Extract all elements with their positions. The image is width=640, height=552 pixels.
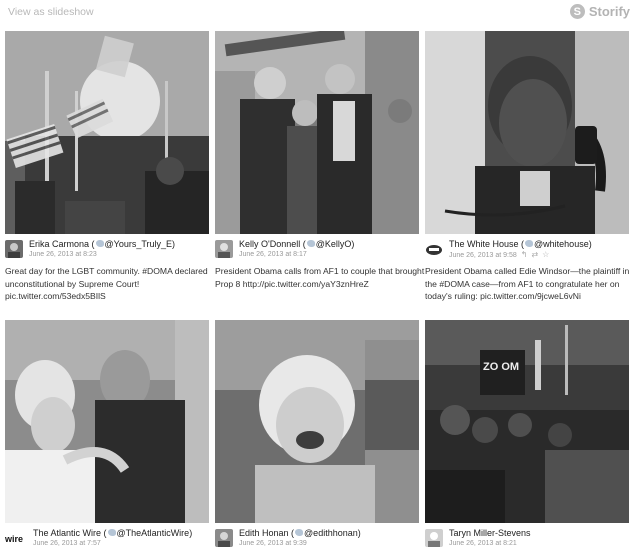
author-handle[interactable]: @KellyO [316, 239, 352, 249]
storify-logo-icon: S [569, 4, 585, 19]
author-handle[interactable]: @TheAtlanticWire [117, 528, 190, 538]
tweet-photo[interactable]: ZO OM [425, 320, 629, 523]
tweet-photo[interactable] [215, 31, 419, 234]
tweet-text: President Obama called Edie Windsor—the … [425, 266, 630, 301]
author-row: Erika Carmona (@Yours_Truly_E) June 26, … [5, 240, 209, 262]
author-row: Taryn Miller-Stevens June 26, 2013 at 8:… [425, 529, 629, 551]
storify-logo[interactable]: S Storify [569, 4, 630, 19]
author-name[interactable]: Edith Honan [239, 528, 289, 538]
author-line: Edith Honan (@edithhonan) [239, 528, 361, 538]
story-card: Kelly O'Donnell (@KellyO) June 26, 2013 … [215, 31, 424, 290]
top-bar: View as slideshow S Storify [0, 0, 640, 26]
story-card: ZO OM Taryn Miller-Stevens June 26, 2013… [425, 320, 629, 551]
avatar[interactable] [425, 240, 443, 258]
photo-sign-text: ZO OM [483, 361, 519, 373]
retweet-icon[interactable]: ⇄ [531, 251, 538, 259]
story-card: The White House (@whitehouse) June 26, 2… [425, 31, 629, 303]
story-card: Edith Honan (@edithhonan) June 26, 2013 … [215, 320, 419, 551]
author-handle[interactable]: @edithhonan [304, 528, 358, 538]
tweet-date[interactable]: June 26, 2013 at 8:23 [29, 251, 97, 258]
wire-avatar-text: wire [5, 534, 23, 544]
tweet-photo[interactable] [425, 31, 629, 234]
tweet-photo[interactable] [5, 320, 209, 523]
avatar[interactable]: wire [5, 529, 27, 547]
author-line: The Atlantic Wire (@TheAtlanticWire) [33, 528, 193, 538]
author-line: Erika Carmona (@Yours_Truly_E) [29, 239, 176, 249]
tweet-photo[interactable] [5, 31, 209, 234]
author-row: wire The Atlantic Wire (@TheAtlanticWire… [5, 529, 209, 551]
author-row: Edith Honan (@edithhonan) June 26, 2013 … [215, 529, 419, 551]
tweet-photo[interactable] [215, 320, 419, 523]
story-card: Erika Carmona (@Yours_Truly_E) June 26, … [5, 31, 209, 303]
avatar[interactable] [5, 240, 23, 258]
author-name[interactable]: Erika Carmona [29, 239, 89, 249]
author-line: Kelly O'Donnell (@KellyO) [239, 239, 355, 249]
storify-brand-name: Storify [588, 4, 630, 19]
avatar[interactable] [215, 529, 233, 547]
twitter-bird-icon [525, 240, 534, 247]
story-card: wire The Atlantic Wire (@TheAtlanticWire… [5, 320, 209, 551]
author-line: The White House (@whitehouse) [449, 239, 592, 249]
author-handle[interactable]: @Yours_Truly_E [105, 239, 173, 249]
author-line: Taryn Miller-Stevens [449, 529, 531, 538]
reply-icon[interactable]: ↰ [521, 251, 528, 259]
twitter-bird-icon [95, 240, 104, 247]
tweet-date[interactable]: June 26, 2013 at 8:17 [239, 251, 307, 258]
tweet-date[interactable]: June 26, 2013 at 8:21 [449, 540, 517, 547]
tweet-text: Great day for the LGBT community. #DOMA … [5, 266, 208, 301]
twitter-bird-icon [107, 529, 116, 536]
avatar[interactable] [215, 240, 233, 258]
author-handle[interactable]: @whitehouse [534, 239, 589, 249]
twitter-bird-icon [295, 529, 304, 536]
author-row: The White House (@whitehouse) June 26, 2… [425, 240, 629, 262]
avatar[interactable] [425, 529, 443, 547]
tweet-text: President Obama calls from AF1 to couple… [215, 266, 425, 289]
author-row: Kelly O'Donnell (@KellyO) June 26, 2013 … [215, 240, 419, 262]
author-name[interactable]: The White House [449, 239, 519, 249]
favorite-star-icon[interactable]: ☆ [542, 251, 549, 259]
twitter-bird-icon [306, 240, 315, 247]
author-name[interactable]: The Atlantic Wire [33, 528, 101, 538]
author-name[interactable]: Taryn Miller-Stevens [449, 528, 531, 538]
tweet-date[interactable]: June 26, 2013 at 7:57 [33, 540, 101, 547]
author-name[interactable]: Kelly O'Donnell [239, 239, 300, 249]
tweet-date[interactable]: June 26, 2013 at 9:58 [449, 252, 517, 259]
tweet-date[interactable]: June 26, 2013 at 9:39 [239, 540, 307, 547]
view-as-slideshow-link[interactable]: View as slideshow [8, 6, 94, 18]
